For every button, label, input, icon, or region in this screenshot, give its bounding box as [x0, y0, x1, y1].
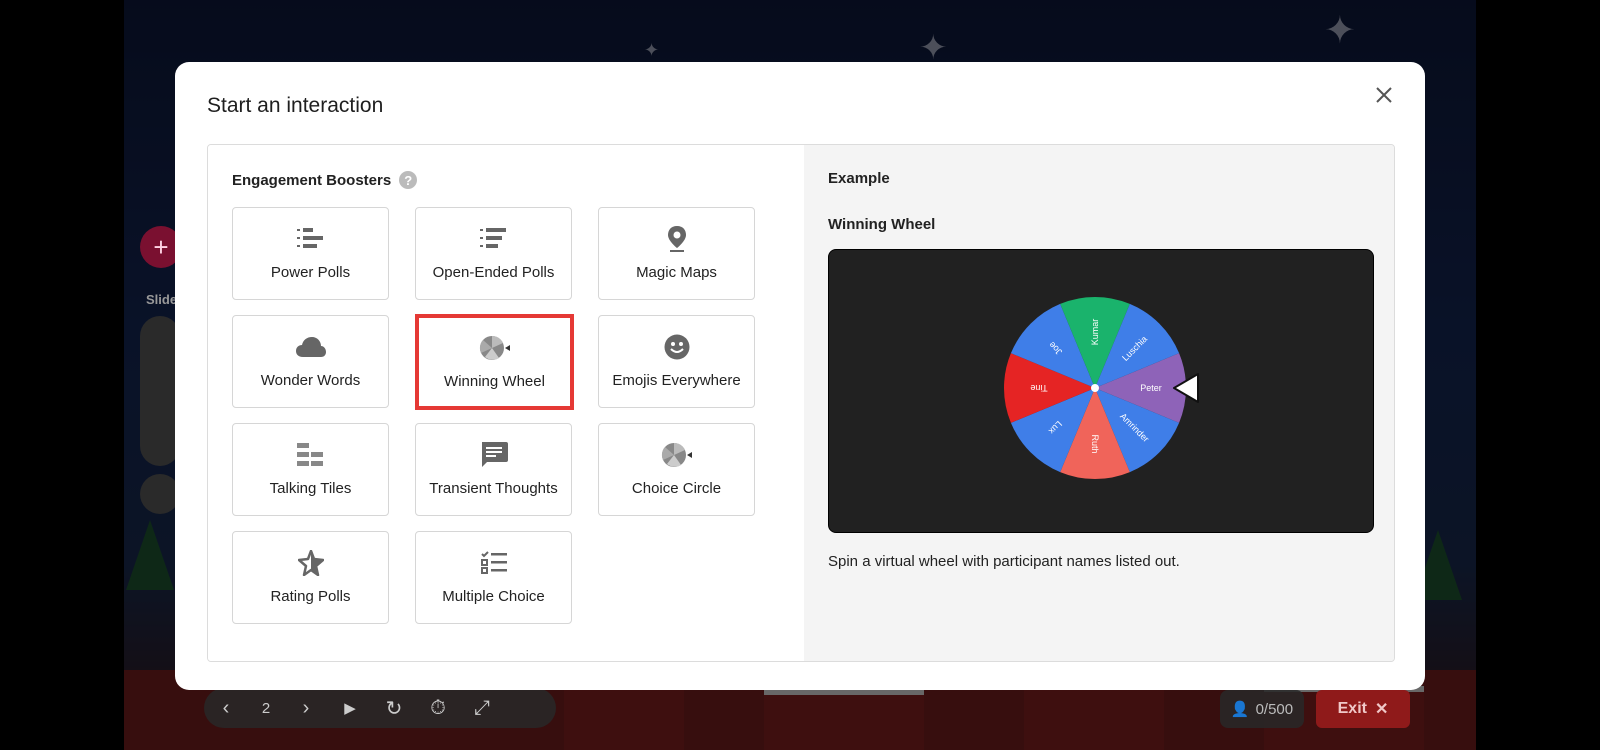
card-multiple-choice[interactable]: Multiple Choice — [415, 531, 572, 624]
card-power-polls[interactable]: Power Polls — [232, 207, 389, 300]
wheel-name-label: Tine — [1030, 383, 1047, 393]
example-panel: Example Winning Wheel Peter Amrinder Ruth L… — [804, 145, 1394, 661]
card-winning-wheel[interactable]: Winning Wheel — [415, 314, 574, 410]
card-emojis-everywhere[interactable]: Emojis Everywhere — [598, 315, 755, 408]
card-label: Winning Wheel — [444, 372, 545, 390]
reset-icon[interactable]: ↻ — [372, 696, 416, 721]
wheel-name-label: Ruth — [1090, 434, 1100, 453]
sync-button[interactable] — [140, 474, 180, 514]
wheel-icon — [661, 442, 693, 468]
timer-icon[interactable]: ⏱ — [416, 697, 460, 720]
slide-tools-panel[interactable] — [140, 316, 180, 466]
modal-content: Engagement Boosters ? Power Polls Open-E… — [207, 144, 1395, 662]
wheel-preview: PeterAmrinderRuthLuxTineJoeKumarLuschia — [1004, 297, 1199, 479]
plus-icon: + — [153, 231, 169, 262]
card-label: Transient Thoughts — [429, 480, 558, 497]
wheel-hub — [1091, 384, 1099, 392]
presentation-toolbar: ‹ 2 › ▶ ↻ ⏱ ⤢ — [204, 688, 556, 728]
interaction-list-panel: Engagement Boosters ? Power Polls Open-E… — [208, 145, 804, 661]
exit-label: Exit — [1337, 700, 1367, 717]
example-preview: Peter Amrinder Ruth Lux Tine Joe Kumar Luschia — [828, 249, 1374, 533]
card-label: Talking Tiles — [269, 480, 352, 497]
card-talking-tiles[interactable]: Talking Tiles — [232, 423, 389, 516]
smiley-icon — [664, 334, 690, 360]
card-label: Emojis Everywhere — [612, 372, 741, 389]
card-wonder-words[interactable]: Wonder Words — [232, 315, 389, 408]
card-magic-maps[interactable]: Magic Maps — [598, 207, 755, 300]
close-icon: ✕ — [1374, 701, 1389, 718]
wheel-name-label: Peter — [1140, 383, 1162, 393]
close-icon[interactable] — [1369, 80, 1399, 110]
card-label: Open-Ended Polls — [432, 264, 555, 281]
card-label: Rating Polls — [270, 588, 351, 605]
example-name: Winning Wheel — [828, 216, 936, 233]
star-icon — [297, 550, 324, 576]
fullscreen-icon[interactable]: ⤢ — [460, 697, 504, 720]
card-label: Wonder Words — [260, 372, 361, 389]
numbered-bars-icon — [296, 226, 325, 252]
sidebar-label: Slide — [146, 292, 178, 307]
start-interaction-modal: Start an interaction Engagement Boosters… — [175, 62, 1425, 690]
engagement-heading: Engagement Boosters — [232, 171, 392, 189]
example-heading: Example — [828, 170, 890, 187]
next-icon[interactable]: › — [284, 697, 328, 720]
user-icon: 👤 — [1230, 701, 1250, 718]
card-open-ended-polls[interactable]: Open-Ended Polls — [415, 207, 572, 300]
card-label: Magic Maps — [636, 264, 717, 281]
wheel-icon — [479, 335, 511, 361]
chat-bubble-icon — [480, 442, 508, 468]
participant-count-value: 0/500 — [1255, 700, 1294, 718]
card-label: Choice Circle — [631, 480, 722, 497]
tiles-icon — [296, 442, 325, 468]
card-rating-polls[interactable]: Rating Polls — [232, 531, 389, 624]
checklist-icon — [480, 550, 507, 576]
wheel-name-label: Kumar — [1090, 319, 1100, 346]
numbered-lines-icon — [479, 226, 508, 252]
play-icon[interactable]: ▶ — [328, 699, 372, 717]
section-title: Engagement Boosters ? — [232, 171, 418, 189]
exit-button[interactable]: Exit ✕ — [1316, 690, 1410, 728]
participant-count: 👤 0/500 — [1220, 690, 1304, 728]
map-pin-icon — [667, 226, 687, 252]
modal-title: Start an interaction — [207, 94, 384, 117]
previous-icon[interactable]: ‹ — [204, 697, 248, 720]
card-label: Multiple Choice — [442, 588, 545, 605]
cloud-icon — [295, 334, 327, 360]
card-label: Power Polls — [270, 264, 351, 281]
card-choice-circle[interactable]: Choice Circle — [598, 423, 755, 516]
example-description: Spin a virtual wheel with participant na… — [828, 553, 1180, 570]
page-number: 2 — [261, 699, 271, 717]
help-icon[interactable]: ? — [399, 171, 418, 189]
card-transient-thoughts[interactable]: Transient Thoughts — [415, 423, 572, 516]
